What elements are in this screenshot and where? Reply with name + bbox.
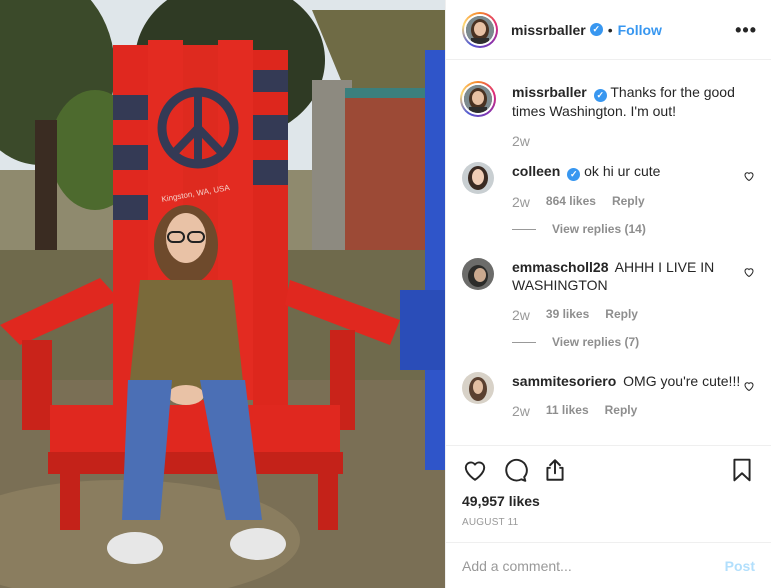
comment-item: colleen ✓ ok hi ur cute 2w 864 likes Repl… (462, 162, 755, 236)
comment-like-heart-icon[interactable] (743, 266, 755, 278)
comment-input[interactable] (462, 557, 725, 574)
verified-badge-icon: ✓ (589, 23, 603, 36)
commenter-avatar-image (462, 372, 494, 404)
heart-icon[interactable] (462, 457, 488, 483)
post-side-panel: missrballer ✓ • Follow ••• missrballer ✓… (445, 0, 771, 588)
comment-username[interactable]: sammitesoriero (512, 373, 616, 389)
commenter-avatar[interactable] (462, 162, 494, 194)
post-actions: 49,957 likes AUGUST 11 (446, 445, 771, 528)
commenter-avatar-image (462, 258, 494, 290)
add-comment-bar: Post (446, 542, 771, 588)
view-replies-label: View replies (7) (552, 335, 640, 349)
comment-likes[interactable]: 39 likes (546, 307, 589, 323)
commenter-avatar[interactable] (462, 372, 494, 404)
author-avatar[interactable] (462, 11, 498, 48)
post-header: missrballer ✓ • Follow ••• (446, 0, 771, 60)
comment-time[interactable]: 2w (512, 403, 530, 419)
likes-count[interactable]: 49,957 likes (462, 493, 755, 509)
photo-scene: Kingston, WA, USA (0, 0, 445, 588)
comment-likes[interactable]: 864 likes (546, 194, 596, 210)
commenter-avatar[interactable] (462, 258, 494, 290)
bookmark-icon[interactable] (729, 457, 755, 483)
caption-avatar[interactable] (460, 81, 496, 117)
post-date[interactable]: AUGUST 11 (462, 517, 755, 528)
comment-time[interactable]: 2w (512, 194, 530, 210)
comment-username[interactable]: emmascholl28 (512, 259, 609, 275)
comments-list[interactable]: missrballer ✓ Thanks for the good times W… (446, 60, 771, 445)
reply-button[interactable]: Reply (605, 307, 638, 323)
comment-icon[interactable] (502, 457, 528, 483)
comment-text: ok hi ur cute (584, 163, 661, 179)
comment-username[interactable]: colleen (512, 163, 560, 179)
verified-badge-icon: ✓ (593, 89, 607, 102)
reply-button[interactable]: Reply (612, 194, 645, 210)
view-replies-label: View replies (14) (552, 222, 646, 236)
comment-time[interactable]: 2w (512, 307, 530, 323)
share-icon[interactable] (542, 457, 568, 483)
author-avatar-image (466, 15, 494, 44)
more-options-icon[interactable]: ••• (735, 21, 757, 39)
comment-item: emmascholl28 AHHH I LIVE IN WASHINGTON 2… (462, 258, 755, 349)
reply-button[interactable]: Reply (605, 403, 638, 419)
caption-avatar-image (464, 85, 492, 113)
view-replies-button[interactable]: View replies (7) (512, 335, 755, 349)
replies-divider (512, 228, 536, 230)
view-replies-button[interactable]: View replies (14) (512, 222, 755, 236)
replies-divider (512, 341, 536, 343)
comment-likes[interactable]: 11 likes (546, 403, 589, 419)
caption-username[interactable]: missrballer (512, 84, 587, 100)
comment-like-heart-icon[interactable] (743, 170, 755, 182)
author-username[interactable]: missrballer (511, 22, 586, 38)
post-comment-button[interactable]: Post (725, 558, 755, 574)
post-photo[interactable]: Kingston, WA, USA (0, 0, 445, 588)
caption-time[interactable]: 2w (512, 133, 530, 149)
follow-button[interactable]: Follow (618, 22, 662, 38)
caption: missrballer ✓ Thanks for the good times W… (460, 81, 755, 149)
comment-text: OMG you're cute!!! (623, 373, 741, 389)
commenter-avatar-image (462, 162, 494, 194)
comment-item: sammitesoriero OMG you're cute!!! 2w 11 … (462, 372, 755, 419)
verified-badge-icon: ✓ (567, 168, 581, 181)
comment-like-heart-icon[interactable] (743, 380, 755, 392)
header-separator: • (607, 21, 613, 38)
